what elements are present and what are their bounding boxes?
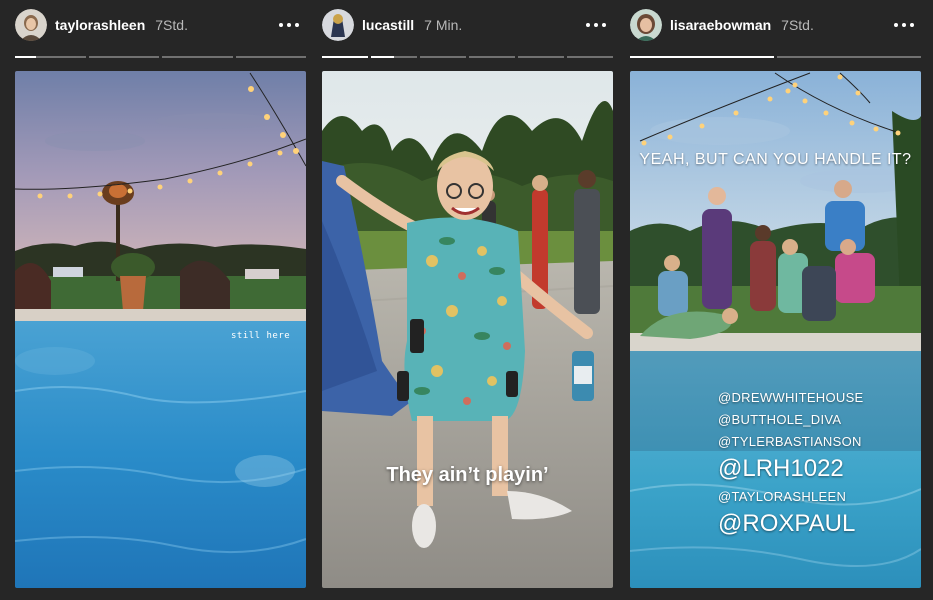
story-header: lucastill 7 Min. xyxy=(322,8,613,42)
progress-segment xyxy=(518,56,564,58)
story-text-overlay: YEAH, BUT CAN YOU HANDLE IT? xyxy=(639,151,912,168)
progress-bars xyxy=(322,56,613,59)
progress-segment xyxy=(235,56,306,58)
username[interactable]: lisaraebowman xyxy=(670,17,771,33)
more-options-button[interactable] xyxy=(272,8,306,42)
story-media[interactable]: They ain’t playin’ xyxy=(322,71,613,588)
avatar[interactable] xyxy=(322,9,354,41)
mention-tag[interactable]: @BUTTHOLE_DIVA xyxy=(718,413,864,426)
mention-tag[interactable]: @TYLERBASTIANSON xyxy=(718,435,864,448)
progress-segment xyxy=(322,56,368,58)
mention-tag[interactable]: @DREWWHITEHOUSE xyxy=(718,391,864,404)
story-media[interactable]: YEAH, BUT CAN YOU HANDLE IT? @DREWWHITEH… xyxy=(630,71,921,588)
more-horizontal-icon xyxy=(586,23,606,27)
story-text-overlay: They ain’t playin’ xyxy=(386,464,549,486)
more-horizontal-icon xyxy=(894,23,914,27)
progress-segment xyxy=(469,56,515,58)
progress-segment xyxy=(420,56,466,58)
story-card-taylorashleen[interactable]: taylorashleen 7Std. still here xyxy=(15,0,306,600)
more-horizontal-icon xyxy=(279,23,299,27)
progress-segment xyxy=(567,56,613,58)
avatar[interactable] xyxy=(15,9,47,41)
mention-tag[interactable]: @ROXPAUL xyxy=(718,512,864,536)
mention-tag[interactable]: @TAYLORASHLEEN xyxy=(718,490,864,503)
story-header: taylorashleen 7Std. xyxy=(15,8,306,42)
timestamp: 7Std. xyxy=(781,17,814,33)
mention-tag[interactable]: @LRH1022 xyxy=(718,457,864,481)
username[interactable]: taylorashleen xyxy=(55,17,145,33)
story-card-lucastill[interactable]: lucastill 7 Min. They ain’t playin’ xyxy=(322,0,613,600)
more-options-button[interactable] xyxy=(579,8,613,42)
mention-list: @DREWWHITEHOUSE @BUTTHOLE_DIVA @TYLERBAS… xyxy=(718,391,864,545)
progress-segment xyxy=(371,56,417,58)
progress-segment xyxy=(88,56,159,58)
progress-fill xyxy=(15,56,37,58)
progress-fill xyxy=(322,56,368,58)
progress-segment xyxy=(162,56,233,58)
avatar[interactable] xyxy=(630,9,662,41)
story-header: lisaraebowman 7Std. xyxy=(630,8,921,42)
progress-fill xyxy=(371,56,394,58)
progress-segment xyxy=(777,56,921,58)
story-text-overlay: still here xyxy=(231,331,291,341)
progress-segment xyxy=(15,56,86,58)
story-card-lisaraebowman[interactable]: lisaraebowman 7Std. YEAH, BUT CAN YOU HA… xyxy=(630,0,921,600)
more-options-button[interactable] xyxy=(887,8,921,42)
timestamp: 7 Min. xyxy=(424,17,463,33)
timestamp: 7Std. xyxy=(155,17,188,33)
progress-segment xyxy=(630,56,774,58)
username[interactable]: lucastill xyxy=(362,17,414,33)
progress-bars xyxy=(630,56,921,59)
story-media[interactable]: still here xyxy=(15,71,306,588)
progress-bars xyxy=(15,56,306,59)
progress-fill xyxy=(630,56,774,58)
